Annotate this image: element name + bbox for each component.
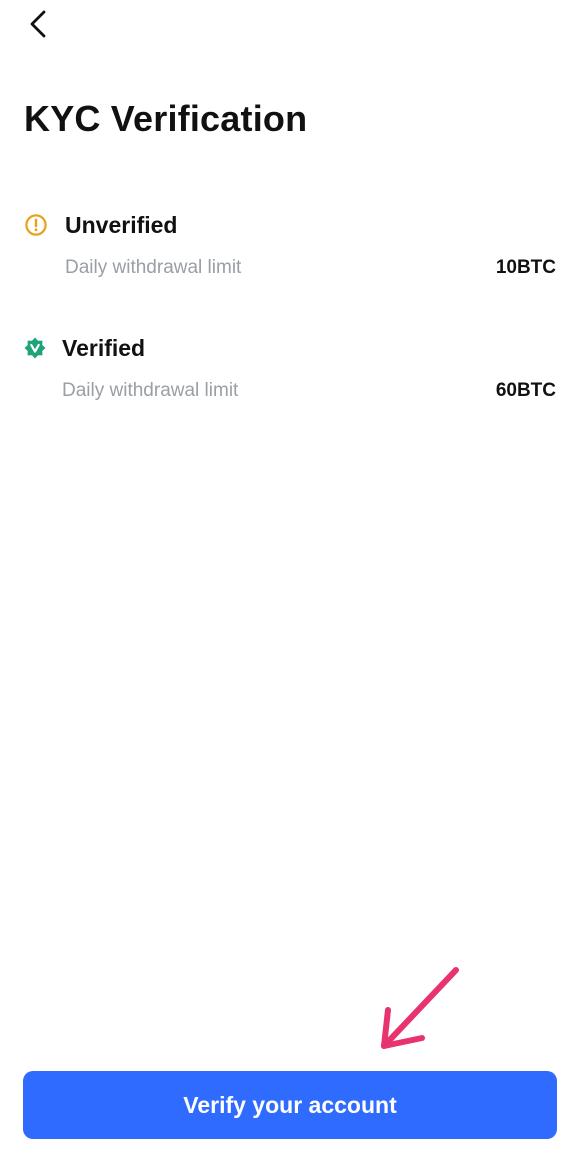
limit-row: Daily withdrawal limit 60BTC — [0, 377, 580, 405]
chevron-left-icon — [30, 10, 46, 38]
verify-account-button[interactable]: Verify your account — [23, 1071, 557, 1139]
limit-label: Daily withdrawal limit — [62, 380, 239, 401]
limit-value: 10BTC — [495, 257, 556, 278]
limit-label: Daily withdrawal limit — [65, 257, 242, 278]
pointer-arrow-icon — [381, 967, 459, 1049]
tier-header: Verified — [0, 331, 580, 365]
verified-badge-icon — [23, 336, 47, 360]
limit-row: Daily withdrawal limit 10BTC — [0, 254, 580, 282]
kyc-verification-screen: KYC Verification Unverified Daily withdr… — [0, 0, 580, 1162]
back-button[interactable] — [18, 4, 58, 44]
tier-status-label: Unverified — [65, 211, 178, 238]
tier-status-label: Verified — [62, 334, 146, 361]
limit-value: 60BTC — [495, 380, 556, 401]
tier-unverified: Unverified Daily withdrawal limit 10BTC — [0, 208, 580, 282]
page-title: KYC Verification — [24, 98, 308, 139]
exclamation-circle-icon — [24, 213, 48, 237]
tier-verified: Verified Daily withdrawal limit 60BTC — [0, 331, 580, 405]
tier-header: Unverified — [0, 208, 580, 242]
